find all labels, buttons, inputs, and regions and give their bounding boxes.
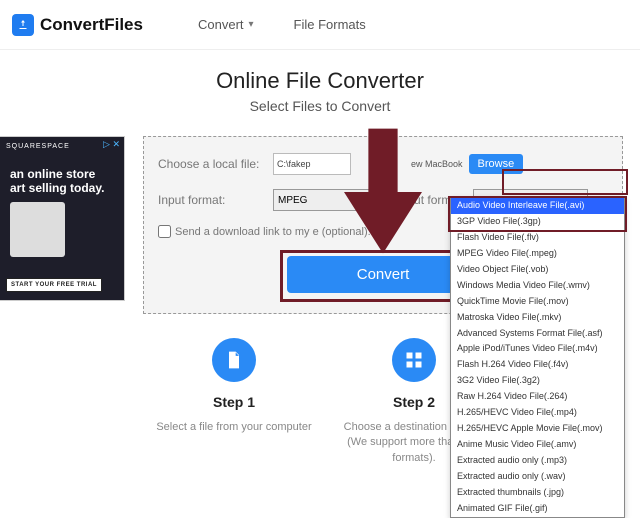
dropdown-option[interactable]: Extracted audio only (.mp3)	[451, 453, 624, 469]
chevron-down-icon: ▾	[249, 19, 254, 30]
adchoices-icon[interactable]: ▷ ✕	[103, 139, 120, 150]
ad-brand: SQUARESPACE	[6, 143, 70, 150]
ad-cta-button[interactable]: START YOUR FREE TRIAL	[6, 278, 102, 292]
output-format-dropdown[interactable]: Audio Video Interleave File(.avi)3GP Vid…	[450, 197, 625, 518]
send-link-checkbox[interactable]	[158, 225, 171, 238]
file-icon	[212, 338, 256, 382]
dropdown-option[interactable]: Raw H.264 Video File(.264)	[451, 389, 624, 405]
dropdown-option[interactable]: Video Object File(.vob)	[451, 262, 624, 278]
dropdown-option[interactable]: H.265/HEVC Video File(.mp4)	[451, 405, 624, 421]
dropdown-option[interactable]: Flash H.264 Video File(.f4v)	[451, 357, 624, 373]
dropdown-option[interactable]: 3G2 Video File(.3g2)	[451, 373, 624, 389]
choose-file-label: Choose a local file:	[158, 157, 273, 171]
dropdown-option[interactable]: Extracted audio only (.wav)	[451, 469, 624, 485]
dropdown-option[interactable]: Extracted thumbnails (.jpg)	[451, 485, 624, 501]
file-name-fragment: ew MacBook	[411, 159, 463, 169]
converter-panel: Choose a local file: ew MacBook Browse I…	[143, 136, 623, 314]
file-path-input[interactable]	[273, 153, 351, 175]
step-1-desc: Select a file from your computer	[154, 420, 314, 435]
header: ConvertFiles Convert ▾ File Formats	[0, 0, 640, 50]
dropdown-option[interactable]: Audio Video Interleave File(.avi)	[451, 198, 624, 214]
brand-name: ConvertFiles	[40, 15, 143, 35]
step-1: Step 1 Select a file from your computer	[144, 338, 324, 466]
dropdown-option[interactable]: Matroska Video File(.mkv)	[451, 310, 624, 326]
browse-button[interactable]: Browse	[469, 154, 524, 174]
dropdown-option[interactable]: QuickTime Movie File(.mov)	[451, 294, 624, 310]
ad-headline: an online store art selling today.	[10, 167, 114, 196]
dropdown-option[interactable]: Windows Media Video File(.wmv)	[451, 278, 624, 294]
nav-convert-label: Convert	[198, 17, 244, 32]
logo-icon	[12, 14, 34, 36]
input-format-select[interactable]: MPEG	[273, 189, 378, 211]
step-1-title: Step 1	[154, 394, 314, 410]
dropdown-option[interactable]: Anime Music Video File(.amv)	[451, 437, 624, 453]
dropdown-option[interactable]: Apple iPod/iTunes Video File(.m4v)	[451, 341, 624, 357]
grid-icon	[392, 338, 436, 382]
send-link-label: Send a download link to my e (optional):	[175, 226, 371, 238]
top-nav: Convert ▾ File Formats	[198, 17, 366, 32]
dropdown-option[interactable]: H.265/HEVC Apple Movie File(.mov)	[451, 421, 624, 437]
dropdown-option[interactable]: Animated GIF File(.gif)	[451, 501, 624, 517]
page-subtitle: Select Files to Convert	[0, 98, 640, 114]
dropdown-option[interactable]: MPEG Video File(.mpeg)	[451, 246, 624, 262]
dropdown-option[interactable]: 3GP Video File(.3gp)	[451, 214, 624, 230]
ad-image	[10, 202, 65, 257]
nav-file-formats[interactable]: File Formats	[294, 17, 366, 32]
dropdown-option[interactable]: Flash Video File(.flv)	[451, 230, 624, 246]
dropdown-option[interactable]: Advanced Systems Format File(.asf)	[451, 326, 624, 342]
page-title: Online File Converter	[0, 68, 640, 94]
sidebar-ad[interactable]: SQUARESPACE ▷ ✕ an online store art sell…	[0, 136, 125, 301]
nav-convert[interactable]: Convert ▾	[198, 17, 254, 32]
input-format-label: Input format:	[158, 193, 273, 207]
